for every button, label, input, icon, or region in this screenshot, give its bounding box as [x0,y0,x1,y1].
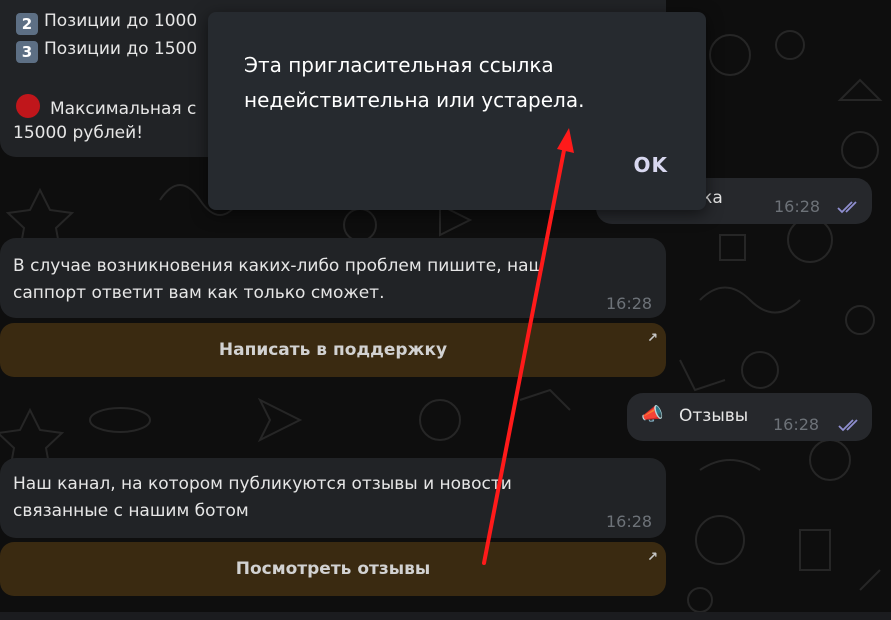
annotation-arrow [482,128,574,565]
